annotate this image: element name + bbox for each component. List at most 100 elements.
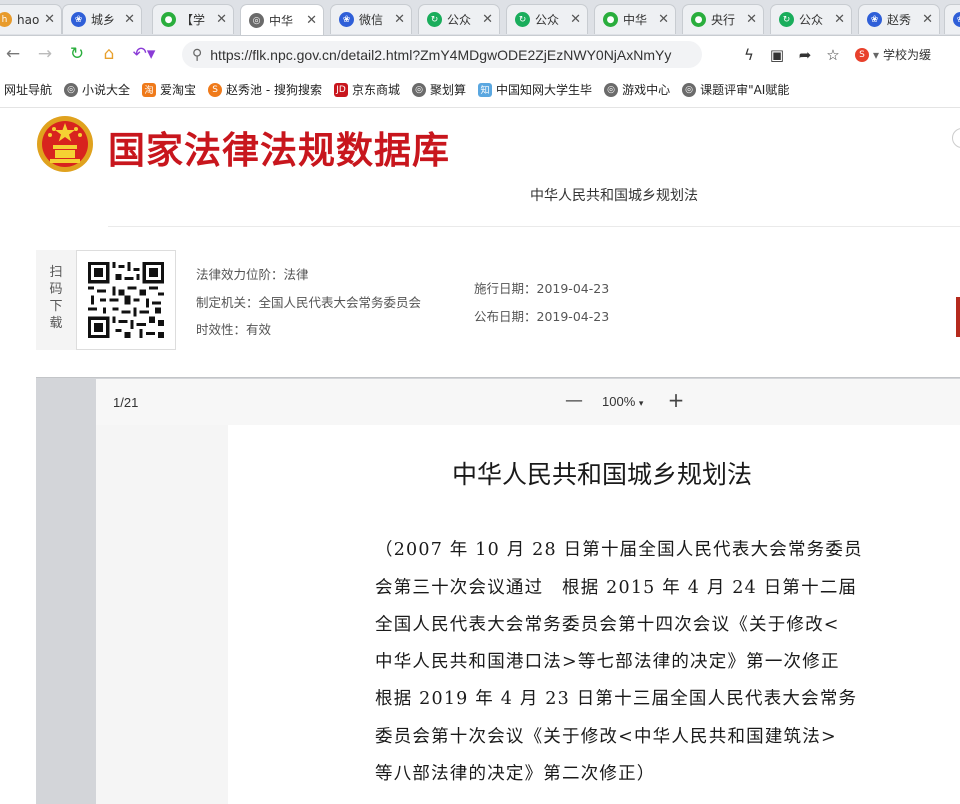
document-line: 委员会第十次会议《关于修改<中华人民共和国建筑法> — [375, 727, 837, 747]
document-line: 中华人民共和国港口法>等七部法律的决定》第一次修正 — [375, 652, 840, 672]
close-icon[interactable]: ✕ — [658, 12, 669, 27]
bookmark-item[interactable]: ◎ 游戏中心 — [604, 81, 670, 98]
tab-10[interactable]: ❀ 赵秀 ✕ — [858, 4, 940, 34]
url-text[interactable]: https://flk.npc.gov.cn/detail2.html?ZmY4… — [210, 47, 671, 63]
tab-label: 央行 — [711, 13, 736, 27]
close-icon[interactable]: ✕ — [834, 12, 845, 27]
tab-1[interactable]: ❀ 城乡 ✕ — [62, 4, 142, 34]
bookmark-label: 小说大全 — [82, 83, 131, 97]
close-icon[interactable]: ✕ — [306, 13, 317, 28]
close-icon[interactable]: ✕ — [922, 12, 933, 27]
zoom-level: 100% — [602, 394, 636, 409]
tab-label: hao — [17, 12, 40, 27]
tab-label: 中华 — [623, 13, 648, 27]
sogou-icon: S — [855, 47, 869, 62]
hao-icon: h — [0, 12, 12, 27]
globe-icon: ◎ — [412, 82, 427, 97]
tab-7[interactable]: ● 中华 ✕ — [594, 4, 676, 34]
close-icon[interactable]: ✕ — [482, 12, 493, 27]
baidu-paw-icon: ❀ — [953, 12, 960, 27]
page-indicator: 1/21 — [113, 395, 139, 410]
share-icon[interactable]: ➦ — [791, 42, 819, 68]
bookmark-item[interactable]: ◎ 聚划算 — [412, 81, 466, 98]
tab-4[interactable]: ❀ 微信 ✕ — [330, 4, 412, 34]
bookmark-label: 聚划算 — [430, 83, 467, 97]
globe-icon: ◎ — [604, 82, 619, 97]
home-icon[interactable]: ⌂ — [96, 41, 122, 67]
bookmark-label: 中国知网大学生毕 — [496, 83, 593, 97]
bookmark-label: 京东商城 — [352, 83, 401, 97]
bookmark-item[interactable]: 淘 爱淘宝 — [142, 81, 196, 98]
close-icon[interactable]: ✕ — [394, 12, 405, 27]
effect-level: 法律效力位阶：法律 — [196, 267, 309, 282]
zoom-in-button[interactable]: + — [666, 388, 686, 412]
lightning-icon[interactable]: ϟ — [735, 42, 763, 68]
reader-icon[interactable]: ▣ — [763, 42, 791, 68]
undo-dropdown-icon[interactable]: ↶▾ — [128, 41, 160, 67]
national-emblem-icon — [37, 116, 93, 172]
promo-link[interactable]: S ▾ 学校为缓 — [855, 46, 931, 63]
refresh-green-icon: ↻ — [427, 12, 442, 27]
tab-label: 【学 — [181, 13, 206, 27]
law-name: 中华人民共和国城乡规划法 — [530, 188, 698, 204]
publish-date: 公布日期：2019-04-23 — [474, 309, 610, 324]
close-icon[interactable]: ✕ — [124, 12, 135, 27]
document-line: （2007 年 10 月 28 日第十届全国人民代表大会常务委员 — [375, 540, 863, 560]
globe-icon: ◎ — [249, 13, 264, 28]
forward-arrow-icon[interactable]: → — [32, 41, 58, 67]
qr-code-icon[interactable] — [88, 262, 164, 338]
side-tab-edge[interactable] — [956, 297, 960, 337]
wechat-icon: ● — [603, 12, 618, 27]
refresh-green-icon: ↻ — [779, 12, 794, 27]
address-bar[interactable]: ⚲ https://flk.npc.gov.cn/detail2.html?Zm… — [182, 41, 702, 68]
refresh-green-icon: ↻ — [515, 12, 530, 27]
zoom-select[interactable]: 100% ▾ — [602, 394, 643, 409]
bookmark-label: 赵秀池 - 搜狗搜索 — [226, 83, 323, 97]
bookmark-label: 游戏中心 — [622, 83, 671, 97]
bookmark-item[interactable]: 网址导航 — [4, 81, 52, 98]
tab-label: 中华 — [269, 14, 294, 28]
tab-9[interactable]: ↻ 公众 ✕ — [770, 4, 852, 34]
document-line: 全国人民代表大会常务委员会第十四次会议《关于修改< — [375, 615, 840, 635]
tab-8[interactable]: ● 央行 ✕ — [682, 4, 764, 34]
back-arrow-icon[interactable]: ← — [0, 41, 26, 67]
tab-2[interactable]: ● 【学 ✕ — [152, 4, 234, 34]
close-icon[interactable]: ✕ — [216, 12, 227, 27]
close-icon[interactable]: ✕ — [570, 12, 581, 27]
bookmark-item[interactable]: S 赵秀池 - 搜狗搜索 — [208, 81, 322, 98]
chevron-down-icon: ▾ — [638, 398, 644, 408]
globe-icon: ◎ — [64, 82, 79, 97]
baidu-paw-icon: ❀ — [867, 12, 882, 27]
tab-5[interactable]: ↻ 公众 ✕ — [418, 4, 500, 34]
bookmarks-bar: 网址导航 ◎ 小说大全 淘 爱淘宝 S 赵秀池 - 搜狗搜索 JD 京东商城 ◎… — [0, 72, 960, 108]
bookmark-item[interactable]: 知 中国知网大学生毕 — [478, 81, 592, 98]
zoom-out-button[interactable]: — — [564, 390, 584, 411]
tab-overflow[interactable]: ❀ — [944, 4, 960, 34]
tab-6[interactable]: ↻ 公众 ✕ — [506, 4, 588, 34]
tab-label: 公众 — [799, 13, 824, 27]
toolbar-right: ϟ ▣ ➦ ☆ S ▾ 学校为缓 — [735, 41, 931, 68]
document-title: 中华人民共和国城乡规划法 — [452, 460, 753, 489]
bookmark-item[interactable]: JD 京东商城 — [334, 81, 400, 98]
close-icon[interactable]: ✕ — [44, 12, 55, 27]
validity: 时效性：有效 — [196, 322, 272, 337]
tab-3-active[interactable]: ◎ 中华 ✕ — [240, 4, 324, 35]
tab-label: 公众 — [535, 13, 560, 27]
baidu-paw-icon: ❀ — [339, 12, 354, 27]
bookmark-item[interactable]: ◎ 课题评审"AI赋能 — [682, 81, 789, 98]
tab-label: 城乡 — [91, 13, 116, 27]
search-icon: ⚲ — [192, 46, 203, 63]
jd-icon: JD — [334, 82, 349, 97]
browser-toolbar: ← → ↻ ⌂ ↶▾ ⚲ https://flk.npc.gov.cn/deta… — [0, 36, 960, 72]
bookmark-item[interactable]: ◎ 小说大全 — [64, 81, 130, 98]
close-icon[interactable]: ✕ — [746, 12, 757, 27]
bookmark-label: 爱淘宝 — [160, 83, 197, 97]
effective-date: 施行日期：2019-04-23 — [474, 281, 610, 296]
document-line: 等八部法律的决定》第二次修正） — [375, 764, 656, 784]
star-icon[interactable]: ☆ — [819, 42, 847, 68]
site-title: 国家法律法规数据库 — [108, 128, 450, 172]
tab-label: 公众 — [447, 13, 472, 27]
user-avatar[interactable] — [952, 128, 960, 148]
reload-icon[interactable]: ↻ — [64, 41, 90, 67]
tab-0[interactable]: h hao ✕ — [0, 4, 62, 34]
